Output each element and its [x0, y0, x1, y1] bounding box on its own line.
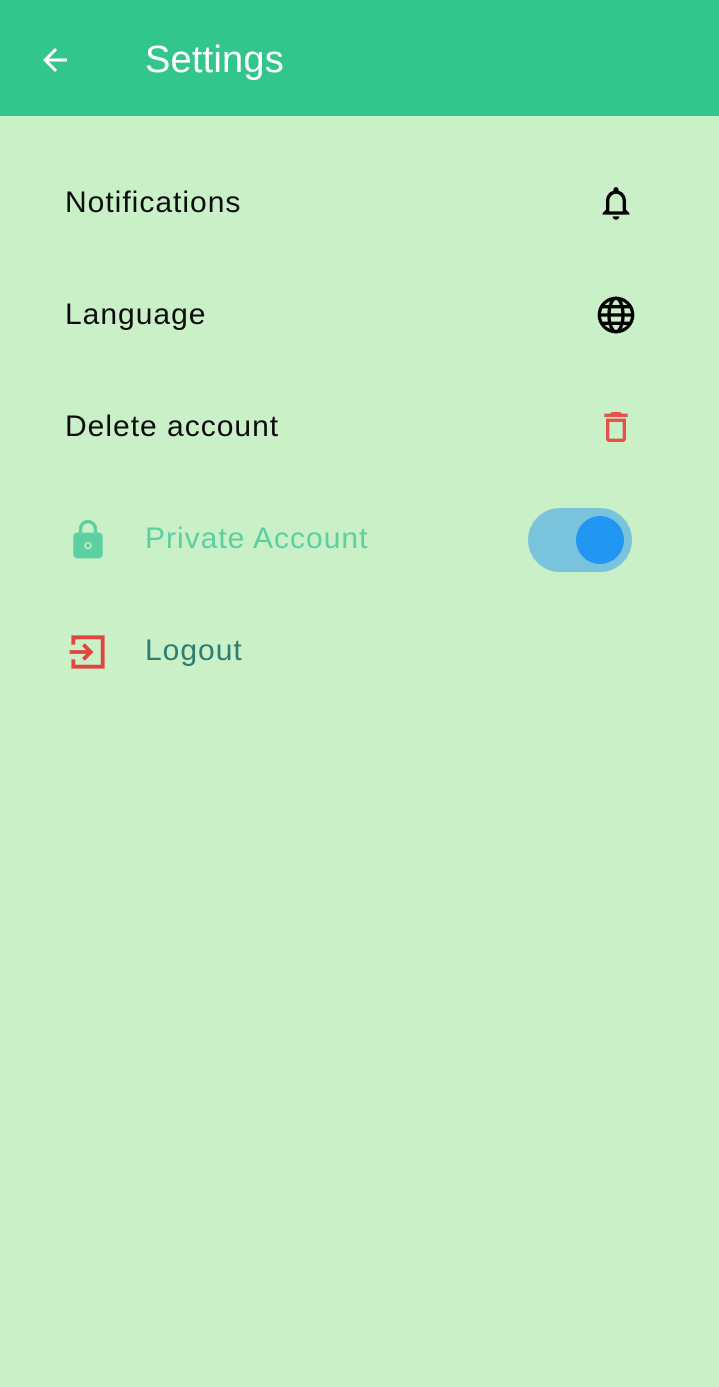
logout-icon	[66, 630, 110, 674]
settings-item-language[interactable]: Language	[0, 259, 719, 371]
page-title: Settings	[145, 39, 284, 81]
trash-icon	[596, 407, 636, 447]
bell-icon	[596, 183, 636, 223]
private-account-toggle[interactable]	[528, 508, 632, 572]
lock-icon	[66, 518, 110, 562]
language-label: Language	[65, 298, 207, 331]
settings-item-logout[interactable]: Logout	[0, 595, 719, 707]
delete-account-label: Delete account	[65, 410, 280, 443]
settings-item-notifications[interactable]: Notifications	[0, 147, 719, 259]
settings-item-delete-account[interactable]: Delete account	[0, 371, 719, 483]
arrow-back-icon	[37, 42, 73, 78]
notifications-label: Notifications	[65, 186, 242, 219]
private-account-label: Private Account	[145, 522, 369, 555]
toggle-thumb	[576, 516, 624, 564]
app-bar: Settings	[0, 0, 719, 116]
back-button[interactable]	[24, 29, 86, 91]
globe-icon	[596, 295, 636, 335]
logout-label: Logout	[145, 634, 243, 667]
